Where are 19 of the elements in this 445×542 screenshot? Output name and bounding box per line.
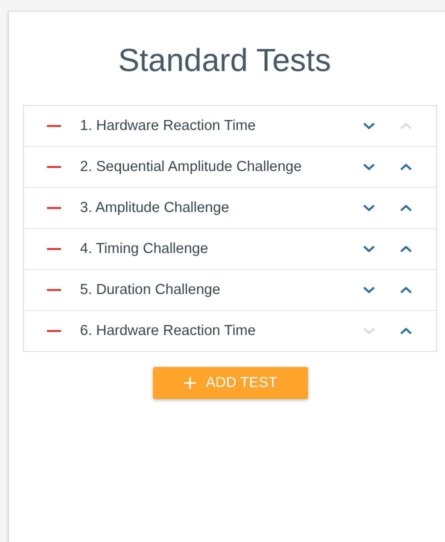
move-up-icon[interactable] [400, 286, 412, 294]
move-down-icon[interactable] [363, 163, 375, 171]
move-down-icon[interactable] [363, 122, 375, 130]
test-name: 6. Hardware Reaction Time [80, 323, 257, 339]
plus-icon [184, 377, 196, 389]
page-title: Standard Tests [117, 42, 332, 78]
test-name: 1. Hardware Reaction Time [80, 118, 257, 134]
move-up-icon[interactable] [400, 204, 412, 212]
test-name: 5. Duration Challenge [80, 282, 222, 298]
move-down-icon[interactable] [363, 204, 375, 212]
move-up-icon[interactable] [400, 245, 412, 253]
test-name: 4. Timing Challenge [80, 241, 210, 257]
move-down-icon[interactable] [363, 245, 375, 253]
move-up-icon[interactable] [400, 163, 412, 171]
move-up-icon[interactable] [400, 327, 412, 335]
add-test-button[interactable]: ADD TEST [153, 367, 308, 399]
test-name: 3. Amplitude Challenge [80, 200, 230, 216]
test-name: 2. Sequential Amplitude Challenge [80, 159, 303, 175]
move-down-icon[interactable] [363, 286, 375, 294]
